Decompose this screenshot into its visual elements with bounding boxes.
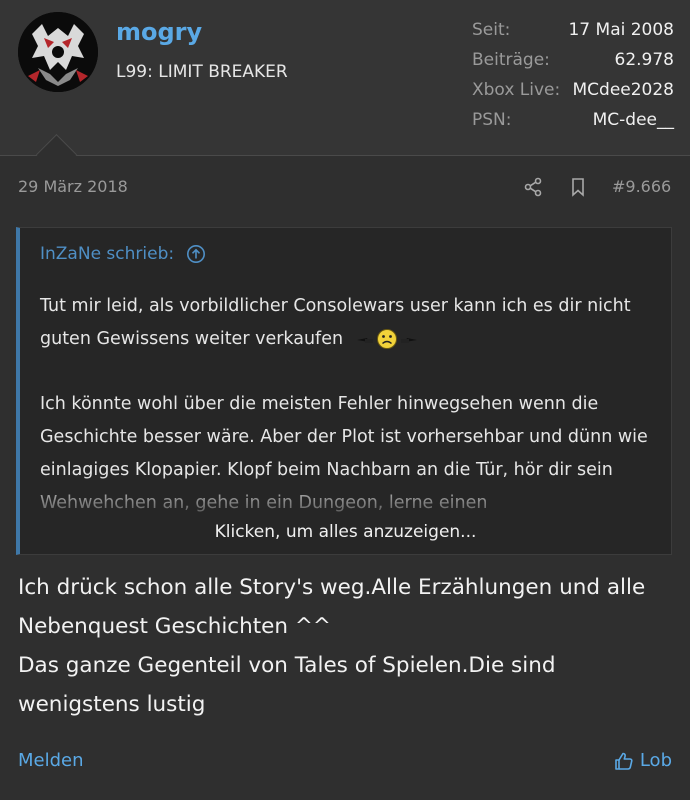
share-icon[interactable]: [523, 177, 543, 197]
stat-row-xbox: Xbox Live: MCdee2028: [472, 80, 674, 110]
stat-label: PSN:: [472, 110, 512, 130]
quote-paragraph: Tut mir leid, als vorbildlicher Consolew…: [40, 290, 660, 356]
username[interactable]: mogry: [116, 18, 202, 46]
avatar[interactable]: [18, 12, 98, 92]
user-stats: Seit: 17 Mai 2008 Beiträge: 62.978 Xbox …: [472, 20, 674, 140]
stat-row-posts: Beiträge: 62.978: [472, 50, 674, 80]
post-date[interactable]: 29 März 2018: [18, 177, 128, 196]
post-author-header: mogry L99: LIMIT BREAKER Seit: 17 Mai 20…: [0, 0, 690, 156]
stat-row-psn: PSN: MC-dee__: [472, 110, 674, 140]
quote-author[interactable]: InZaNe schrieb:: [40, 244, 174, 264]
message-line: Nebenquest Geschichten ^^: [18, 614, 331, 639]
arrow-up-circle-icon[interactable]: [186, 244, 206, 264]
report-button[interactable]: Melden: [18, 750, 84, 771]
expand-quote-link[interactable]: Klicken, um alles anzuzeigen...: [20, 522, 671, 542]
message-line: Ich drück schon alle Story's weg.Alle Er…: [18, 575, 646, 600]
bookmark-icon[interactable]: [568, 177, 588, 197]
stat-value: MCdee2028: [572, 80, 674, 100]
user-title: L99: LIMIT BREAKER: [116, 62, 288, 82]
stat-label: Xbox Live:: [472, 80, 561, 100]
post-number-link[interactable]: #9.666: [612, 177, 671, 196]
stat-value: 17 Mai 2008: [568, 20, 674, 40]
quote-block: InZaNe schrieb: Tut mir leid, als vorbil…: [16, 227, 672, 555]
stat-value: MC-dee__: [592, 110, 674, 130]
stat-label: Beiträge:: [472, 50, 550, 70]
message-line: Das ganze Gegenteil von Tales of Spielen…: [18, 653, 556, 678]
stat-value[interactable]: 62.978: [615, 50, 674, 80]
sad-smiley-emoji-icon: [356, 329, 417, 349]
like-button[interactable]: Lob: [614, 750, 672, 771]
quote-fade-overlay: [20, 474, 671, 554]
quote-paragraph-text: Tut mir leid, als vorbildlicher Consolew…: [40, 296, 631, 349]
quote-attribution[interactable]: InZaNe schrieb:: [40, 244, 206, 264]
like-label[interactable]: Lob: [640, 750, 672, 771]
post-message: Ich drück schon alle Story's weg.Alle Er…: [18, 568, 678, 724]
thumbs-up-icon: [615, 752, 633, 770]
stat-label: Seit:: [472, 20, 511, 40]
stat-row-since: Seit: 17 Mai 2008: [472, 20, 674, 50]
message-line: wenigstens lustig: [18, 692, 206, 717]
